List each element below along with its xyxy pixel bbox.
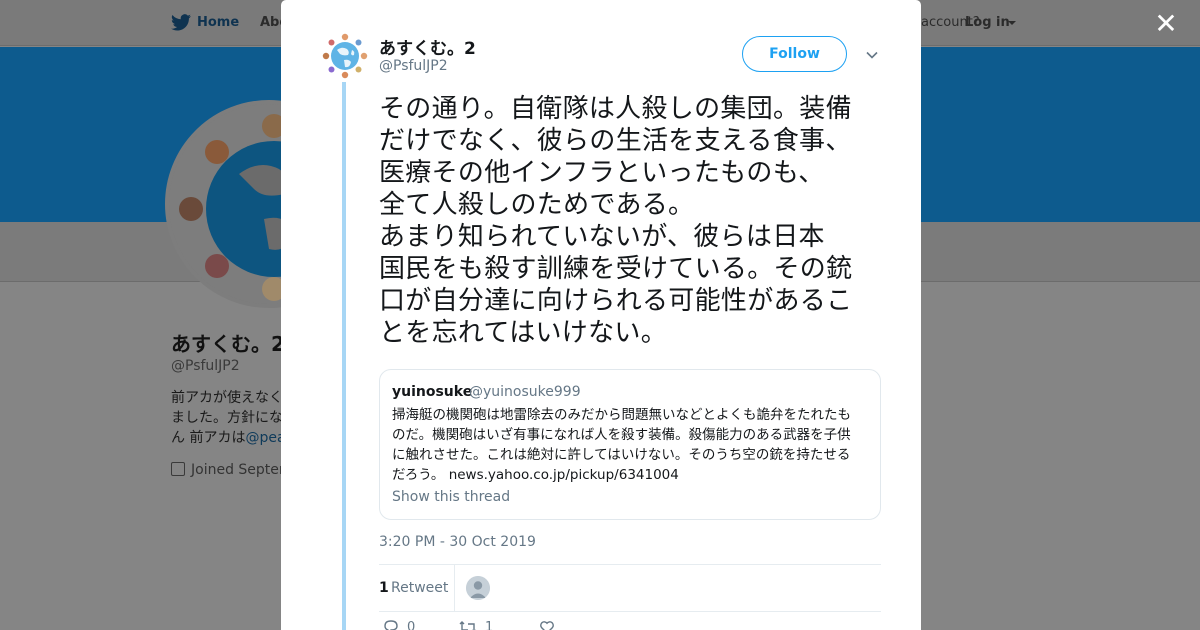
show-thread-link[interactable]: Show this thread <box>392 489 510 505</box>
bio-text: ん 前アカは <box>171 430 246 446</box>
bio-line: ん 前アカは@pea <box>171 428 286 448</box>
tweet-line: だけでなく、彼らの生活を支える食事、 <box>379 126 852 156</box>
tweet-actions: 0 1 <box>379 620 579 630</box>
quoted-line: に触れさせた。これは絶対に許してはいけない。そのうち空の銃を持たせる <box>392 447 851 463</box>
stats-divider <box>454 565 455 611</box>
bio-line: 前アカが使えなく <box>171 390 283 406</box>
heart-icon[interactable] <box>539 620 555 630</box>
profile-handle: @PsfulJP2 <box>171 358 240 374</box>
tweet-line: あまり知られていないが、彼らは日本 <box>379 222 825 252</box>
quoted-line-text: だろう。 <box>392 467 445 483</box>
default-avatar-icon <box>466 576 490 600</box>
tweet-stats: 1 Retweet <box>379 564 881 612</box>
tweet-line: 全て人殺しのためである。 <box>379 190 695 220</box>
reply-count: 0 <box>407 620 416 630</box>
author-handle[interactable]: @PsfulJP2 <box>379 58 448 74</box>
thread-connector-line <box>342 82 346 630</box>
reply-icon[interactable] <box>383 620 399 630</box>
joined-text: Joined Septen <box>191 462 286 478</box>
retweet-action-count: 1 <box>485 620 494 630</box>
chevron-down-icon[interactable] <box>865 48 879 62</box>
tweet-line: 口が自分達に向けられる可能性があるこ <box>379 286 853 316</box>
tweet-line: 国民をも殺す訓練を受けている。その銃 <box>379 254 853 284</box>
profile-bio: 前アカが使えなく ました。方針にな ん 前アカは@pea <box>171 388 286 448</box>
chevron-down-icon[interactable] <box>1008 21 1016 25</box>
retweet-count[interactable]: 1 <box>379 580 389 596</box>
bio-line: ました。方針にな <box>171 410 283 426</box>
nav-home-link[interactable]: Home <box>197 15 239 30</box>
tweet-modal: あすくむ。2 @PsfulJP2 Follow その通り。自衛隊は人殺しの集団。… <box>281 0 921 630</box>
bio-mention-link[interactable]: @pea <box>245 430 285 446</box>
tweet-line: その通り。自衛隊は人殺しの集団。装備 <box>379 94 852 124</box>
quoted-author-handle: @yuinosuke999 <box>469 384 581 400</box>
author-avatar[interactable] <box>321 32 369 80</box>
close-icon[interactable]: ✕ <box>1152 10 1180 38</box>
profile-joined: Joined Septen <box>171 462 286 478</box>
quoted-tweet-text: 掃海艇の機関砲は地雷除去のみだから問題無いなどとよくも詭弁をたれたも のだ。機関… <box>392 405 872 485</box>
login-link[interactable]: Log in <box>965 15 1010 30</box>
quoted-line: のだ。機関砲はいざ有事になれば人を殺す装備。殺傷能力のある武器を子供 <box>392 427 851 443</box>
profile-name: あすくむ。2 <box>171 332 285 356</box>
retweeter-avatar[interactable] <box>466 576 490 600</box>
quoted-tweet[interactable]: yuinosuke @yuinosuke999 掃海艇の機関砲は地雷除去のみだか… <box>379 369 881 520</box>
follow-button[interactable]: Follow <box>742 36 847 72</box>
author-name[interactable]: あすくむ。2 <box>379 34 476 59</box>
tweet-timestamp[interactable]: 3:20 PM - 30 Oct 2019 <box>379 534 536 550</box>
quoted-line: だろう。 news.yahoo.co.jp/pickup/6341004 <box>392 465 872 485</box>
tweet-line: とを忘れてはいけない。 <box>379 318 668 348</box>
quoted-line: 掃海艇の機関砲は地雷除去のみだから問題無いなどとよくも詭弁をたれたも <box>392 407 851 423</box>
quoted-author-name: yuinosuke <box>392 384 473 400</box>
tweet-line: 医療その他インフラといったものも、 <box>379 158 825 188</box>
tweet-text: その通り。自衛隊は人殺しの集団。装備 だけでなく、彼らの生活を支える食事、 医療… <box>379 93 889 349</box>
retweet-icon[interactable] <box>459 620 477 630</box>
twitter-bird-icon[interactable] <box>171 14 191 31</box>
quoted-news-link[interactable]: news.yahoo.co.jp/pickup/6341004 <box>449 467 679 483</box>
globe-avatar-icon <box>321 32 369 80</box>
calendar-icon <box>171 462 185 476</box>
retweet-label[interactable]: Retweet <box>391 580 448 596</box>
